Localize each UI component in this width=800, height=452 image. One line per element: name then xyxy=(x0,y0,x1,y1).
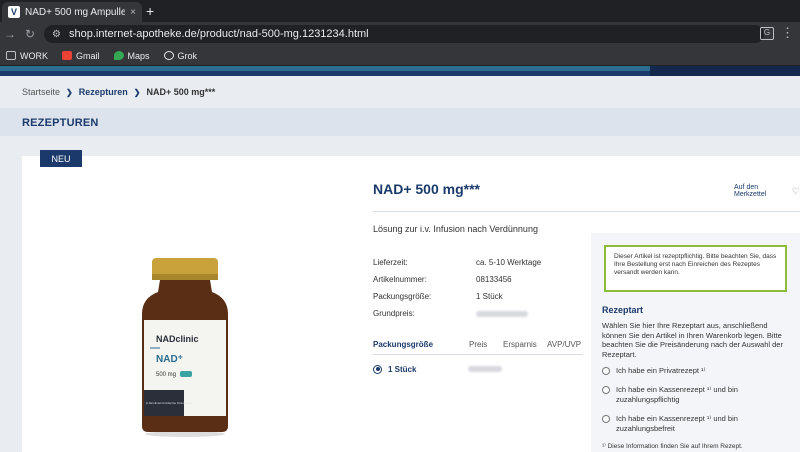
prescription-type-heading: Rezeptart xyxy=(602,305,644,315)
prescription-footnote: ¹⁾ Diese Information finden Sie auf Ihre… xyxy=(602,443,743,450)
column-header: AVP/UVP xyxy=(547,340,582,349)
browser-toolbar: → ↻ ⚙ shop.internet-apotheke.de/product/… xyxy=(0,22,800,46)
wishlist-link[interactable]: Auf den Merkzettel ♡ xyxy=(734,184,800,198)
option-label: Ich habe ein Privatrezept ¹⁾ xyxy=(616,366,706,375)
detail-label: Grundpreis: xyxy=(373,309,415,318)
bookmark-label: Gmail xyxy=(76,50,100,61)
bookmark-grok[interactable]: Grok xyxy=(163,50,198,61)
detail-label: Lieferzeit: xyxy=(373,258,408,267)
product-image-dose: 500 mg xyxy=(156,372,176,378)
column-header: Preis xyxy=(469,340,488,349)
product-subtitle: Lösung zur i.v. Infusion nach Verdünnung xyxy=(373,224,538,234)
detail-label: Artikelnummer: xyxy=(373,275,427,284)
tab-title: NAD+ 500 mg Ampulle - Re... xyxy=(25,6,126,18)
section-bar xyxy=(0,108,800,136)
product-details: Lieferzeit: ca. 5-10 Werktage Artikelnum… xyxy=(373,258,541,326)
breadcrumb: Startseite ❯ Rezepturen ❯ NAD+ 500 mg*** xyxy=(22,87,215,97)
bookmarks-bar: WORK Gmail Maps Grok xyxy=(0,46,800,66)
browser-tab[interactable]: V NAD+ 500 mg Ampulle - Re... × xyxy=(2,2,142,22)
heart-icon: ♡ xyxy=(791,185,800,196)
option-radio[interactable] xyxy=(602,386,610,394)
bookmark-label: WORK xyxy=(20,50,48,61)
bookmark-gmail[interactable]: Gmail xyxy=(62,51,100,61)
option-radio[interactable] xyxy=(602,367,610,375)
prescription-option-private[interactable]: Ich habe ein Privatrezept ¹⁾ xyxy=(602,366,797,376)
chevron-right-icon: ❯ xyxy=(66,87,73,97)
detail-row: Packungsgröße: 1 Stück xyxy=(373,292,541,309)
price-row[interactable]: 1 Stück xyxy=(373,359,583,379)
option-label: Ich habe ein Kassenrezept ¹⁾ und bin zuz… xyxy=(616,414,738,433)
prescription-option-statutory-copay[interactable]: Ich habe ein Kassenrezept ¹⁾ und bin zuz… xyxy=(602,385,797,404)
menu-icon[interactable]: ⋮ xyxy=(781,25,794,41)
price-table: Packungsgröße Preis Ersparnis AVP/UVP 1 … xyxy=(373,340,583,379)
price-table-header: Packungsgröße Preis Ersparnis AVP/UVP xyxy=(373,340,583,355)
detail-value: ca. 5-10 Werktage xyxy=(476,258,542,267)
column-header: Ersparnis xyxy=(503,340,537,349)
breadcrumb-category[interactable]: Rezepturen xyxy=(79,87,128,97)
url-text: shop.internet-apotheke.de/product/nad-50… xyxy=(68,28,369,40)
breadcrumb-current: NAD+ 500 mg*** xyxy=(146,87,216,97)
product-image-smalltext: β-Nicotinamid Adenine Dinucleotid xyxy=(146,401,192,405)
site-favicon-icon: V xyxy=(8,6,20,18)
product-title: NAD+ 500 mg*** xyxy=(373,181,480,197)
maps-icon xyxy=(113,51,124,60)
prescription-option-statutory-exempt[interactable]: Ich habe ein Kassenrezept ¹⁾ und bin zuz… xyxy=(602,414,797,433)
prescription-notice: Dieser Artikel ist rezeptpflichtig. Bitt… xyxy=(604,245,787,292)
translate-icon[interactable]: G xyxy=(760,27,774,40)
detail-row: Lieferzeit: ca. 5-10 Werktage xyxy=(373,258,541,275)
forward-icon[interactable]: → xyxy=(0,27,20,41)
product-brand: NADclinic xyxy=(156,334,199,344)
detail-label: Packungsgröße: xyxy=(373,292,432,301)
new-tab-button[interactable]: + xyxy=(146,3,154,19)
bookmark-work[interactable]: WORK xyxy=(6,51,48,61)
section-title: REZEPTUREN xyxy=(22,117,99,129)
breadcrumb-home[interactable]: Startseite xyxy=(22,87,60,97)
column-header: Packungsgröße xyxy=(373,340,434,349)
bookmark-label: Maps xyxy=(127,50,150,61)
product-image-name: NAD⁺ xyxy=(156,354,183,365)
blurred-base-price xyxy=(476,311,528,317)
address-bar[interactable]: ⚙ shop.internet-apotheke.de/product/nad-… xyxy=(44,25,764,43)
site-header-band xyxy=(0,66,800,76)
gmail-icon xyxy=(62,51,72,60)
wishlist-label: Auf den Merkzettel xyxy=(734,184,767,198)
detail-row: Artikelnummer: 08133456 xyxy=(373,275,541,292)
tab-strip: V NAD+ 500 mg Ampulle - Re... × + xyxy=(0,0,800,22)
chevron-right-icon: ❯ xyxy=(133,87,141,97)
reload-icon[interactable]: ↻ xyxy=(20,27,40,41)
package-radio[interactable] xyxy=(373,364,382,374)
product-image: NADclinic NAD⁺ 500 mg β-Nicotinamid Aden… xyxy=(142,258,228,437)
bookmark-maps[interactable]: Maps xyxy=(113,50,150,61)
package-size: 1 Stück xyxy=(388,364,417,374)
grok-icon xyxy=(163,51,174,60)
site-info-icon[interactable]: ⚙ xyxy=(52,29,61,40)
detail-value: 08133456 xyxy=(476,275,512,284)
detail-value: 1 Stück xyxy=(476,292,503,301)
folder-icon xyxy=(6,51,16,60)
divider xyxy=(373,211,800,212)
detail-row: Grundpreis: xyxy=(373,309,541,326)
close-tab-icon[interactable]: × xyxy=(130,7,136,18)
blurred-price xyxy=(468,366,502,372)
bookmark-label: Grok xyxy=(177,50,198,61)
option-radio[interactable] xyxy=(602,415,610,423)
prescription-type-description: Wählen Sie hier Ihre Rezeptart aus, ansc… xyxy=(602,321,783,359)
new-badge: NEU xyxy=(40,150,82,167)
option-label: Ich habe ein Kassenrezept ¹⁾ und bin zuz… xyxy=(616,385,738,404)
